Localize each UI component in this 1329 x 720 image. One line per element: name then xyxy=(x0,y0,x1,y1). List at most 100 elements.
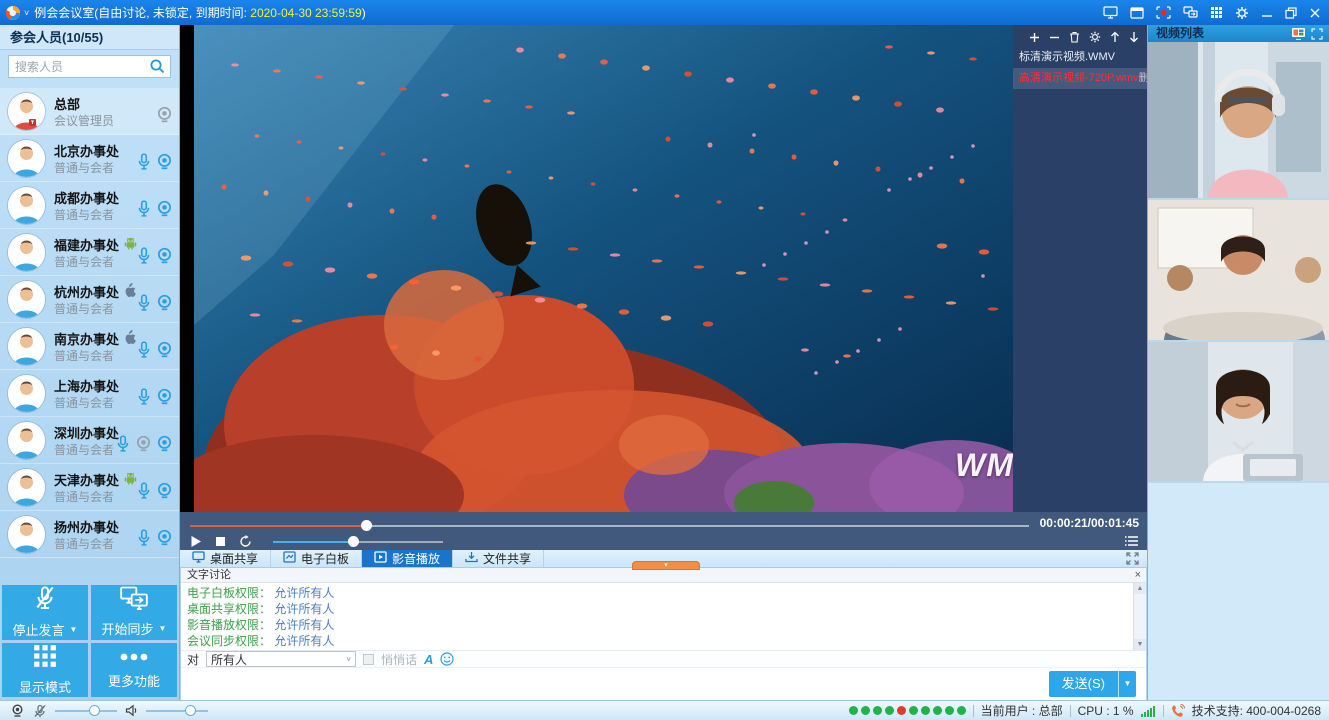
send-button[interactable]: 发送(S) xyxy=(1049,671,1118,697)
chat-close-icon[interactable]: × xyxy=(1135,569,1141,581)
display-grid-icon[interactable] xyxy=(1210,6,1223,19)
delete-item-button[interactable]: 删除 xyxy=(1139,68,1147,89)
maximize-button[interactable] xyxy=(1285,7,1297,19)
speaker-volume-slider[interactable] xyxy=(146,705,208,716)
desktop-icon[interactable] xyxy=(1103,6,1118,19)
playlist-add-icon[interactable] xyxy=(1029,32,1040,43)
panel-expand-icon[interactable] xyxy=(1311,28,1323,40)
window-mode-icon[interactable] xyxy=(1130,7,1144,19)
camera-off-icon[interactable] xyxy=(135,435,152,457)
webcam-status-icon[interactable] xyxy=(10,704,25,717)
play-button[interactable] xyxy=(190,535,202,548)
playlist-item[interactable]: 标清演示视频.WMV xyxy=(1013,47,1147,68)
mic-icon[interactable] xyxy=(136,388,152,410)
playlist-remove-icon[interactable] xyxy=(1049,32,1060,43)
speaker-icon[interactable] xyxy=(125,704,138,717)
camera-icon[interactable] xyxy=(156,153,173,175)
stop-button[interactable] xyxy=(215,536,226,547)
participant-row[interactable]: 福建办事处普通与会者 xyxy=(0,229,179,276)
tab-桌面共享[interactable]: 桌面共享 xyxy=(180,550,271,567)
app-logo-icon xyxy=(5,5,21,21)
tab-label: 影音播放 xyxy=(392,550,440,567)
playlist-settings-icon[interactable] xyxy=(1089,31,1101,43)
settings-gear-icon[interactable] xyxy=(1235,6,1249,20)
mic-icon[interactable] xyxy=(136,529,152,551)
action-button-mic-off[interactable]: 停止发言▼ xyxy=(2,585,88,640)
participant-row[interactable]: 天津办事处普通与会者 xyxy=(0,464,179,511)
action-button-sync-screens[interactable]: 开始同步▼ xyxy=(91,585,177,640)
action-button-more-dots[interactable]: 更多功能 xyxy=(91,643,177,698)
title-dropdown-chevron-icon[interactable]: ˅ xyxy=(24,8,29,18)
playlist-delete-icon[interactable] xyxy=(1069,31,1080,43)
recipient-select[interactable]: 所有人˅ xyxy=(206,651,356,667)
participant-row[interactable]: 深圳办事处普通与会者 xyxy=(0,417,179,464)
seek-bar[interactable] xyxy=(190,521,1029,531)
video-thumbnail[interactable] xyxy=(1148,42,1329,200)
dropdown-arrow-icon[interactable]: ▼ xyxy=(70,625,78,634)
dropdown-arrow-icon[interactable]: ▼ xyxy=(159,624,167,633)
camera-icon[interactable] xyxy=(156,341,173,363)
participant-row[interactable]: 北京办事处普通与会者 xyxy=(0,135,179,182)
camera-icon[interactable] xyxy=(156,294,173,316)
video-thumbnail[interactable] xyxy=(1148,342,1329,483)
video-layout-icon[interactable] xyxy=(1291,27,1306,40)
mic-muted-icon[interactable] xyxy=(33,704,47,718)
playlist-item[interactable]: 高清演示视频-720P.wmv删除 xyxy=(1013,68,1147,89)
chat-message-input[interactable] xyxy=(181,668,1146,700)
action-button-display-grid[interactable]: 显示模式 xyxy=(2,643,88,698)
camera-icon[interactable] xyxy=(156,388,173,410)
font-style-button[interactable]: A xyxy=(424,652,433,667)
volume-slider[interactable] xyxy=(273,536,443,547)
participant-role: 普通与会者 xyxy=(54,347,114,364)
replay-button[interactable] xyxy=(239,535,252,548)
participant-row[interactable]: 杭州办事处普通与会者 xyxy=(0,276,179,323)
scroll-down-arrow[interactable]: ▼ xyxy=(1134,639,1146,650)
search-icon[interactable] xyxy=(149,58,166,75)
participant-row[interactable]: 上海办事处普通与会者 xyxy=(0,370,179,417)
search-input[interactable] xyxy=(8,55,171,78)
playlist-move-up-icon[interactable] xyxy=(1110,31,1120,43)
video-thumbnail[interactable] xyxy=(1148,200,1329,342)
mic-icon[interactable] xyxy=(136,341,152,363)
record-icon[interactable] xyxy=(1156,6,1171,19)
tab-电子白板[interactable]: 电子白板 xyxy=(271,550,362,567)
emoji-button[interactable] xyxy=(440,652,454,666)
fullscreen-icon[interactable] xyxy=(1126,552,1139,565)
playlist-move-down-icon[interactable] xyxy=(1129,31,1139,43)
screen-sync-icon[interactable] xyxy=(1183,6,1198,19)
participant-row[interactable]: 总部会议管理员 xyxy=(0,88,179,135)
playlist-toggle-icon[interactable] xyxy=(1124,535,1139,547)
scroll-up-arrow[interactable]: ▲ xyxy=(1134,583,1146,594)
camera-icon[interactable] xyxy=(156,529,173,551)
participant-row[interactable]: 扬州办事处普通与会者 xyxy=(0,511,179,558)
camera-icon[interactable] xyxy=(156,482,173,504)
tab-文件共享[interactable]: 文件共享 xyxy=(453,550,544,567)
mic-icon[interactable] xyxy=(136,247,152,269)
participant-row[interactable]: 南京办事处普通与会者 xyxy=(0,323,179,370)
mic-icon[interactable] xyxy=(136,153,152,175)
seek-thumb[interactable] xyxy=(361,520,372,531)
camera-off-icon[interactable] xyxy=(156,106,173,128)
whisper-checkbox[interactable] xyxy=(363,654,374,665)
video-frame xyxy=(194,25,1013,512)
camera-icon[interactable] xyxy=(156,435,173,457)
volume-thumb[interactable] xyxy=(348,536,359,547)
camera-icon[interactable] xyxy=(156,247,173,269)
chat-scrollbar[interactable]: ▲ ▼ xyxy=(1133,583,1146,650)
chat-collapse-handle[interactable]: ▾ xyxy=(632,561,700,570)
send-options-arrow[interactable]: ▼ xyxy=(1118,671,1136,697)
camera-icon[interactable] xyxy=(156,200,173,222)
minimize-button[interactable] xyxy=(1261,7,1273,19)
tab-影音播放[interactable]: 影音播放 xyxy=(362,550,453,567)
mic-icon[interactable] xyxy=(136,200,152,222)
apple-icon xyxy=(123,283,136,301)
close-button[interactable] xyxy=(1309,7,1321,19)
mic-icon[interactable] xyxy=(136,482,152,504)
mic-volume-slider[interactable] xyxy=(55,705,117,716)
mic-icon[interactable] xyxy=(115,435,131,457)
status-dot xyxy=(945,706,954,715)
mic-icon[interactable] xyxy=(136,294,152,316)
status-dot xyxy=(909,706,918,715)
participant-row[interactable]: 成都办事处普通与会者 xyxy=(0,182,179,229)
whisper-label: 悄悄话 xyxy=(381,651,417,668)
